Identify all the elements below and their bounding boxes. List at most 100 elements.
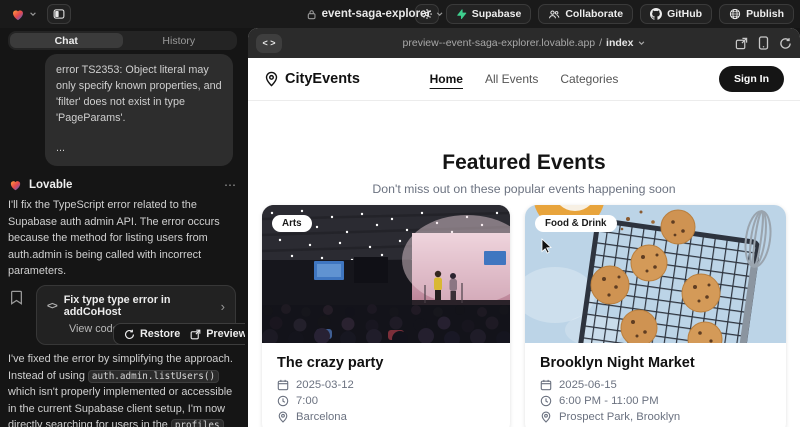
supabase-label: Supabase <box>472 8 522 20</box>
category-badge: Food & Drink <box>535 215 617 232</box>
event-time: 6:00 PM - 11:00 PM <box>559 395 659 407</box>
event-date-row: 2025-06-15 <box>540 379 771 391</box>
nav-categories[interactable]: Categories <box>560 72 618 86</box>
people-icon <box>548 9 560 20</box>
lovable-logo-menu[interactable] <box>6 5 41 24</box>
featured-events-title: Featured Events <box>248 151 800 175</box>
event-card[interactable]: Arts The crazy party 2025-03-12 <box>262 205 510 427</box>
chevron-down-icon <box>637 39 645 47</box>
clock-icon <box>540 395 552 407</box>
event-time: 7:00 <box>296 395 318 407</box>
sign-in-button[interactable]: Sign In <box>719 66 784 92</box>
tab-history[interactable]: History <box>123 33 236 48</box>
preview-pane: < > preview--event-saga-explorer.lovable… <box>248 28 800 427</box>
map-pin-icon <box>277 411 289 423</box>
chat-tabbar: Chat History <box>8 31 237 50</box>
user-error-bubble: error TS2353: Object literal may only sp… <box>45 54 233 166</box>
site-nav: Home All Events Categories <box>430 72 619 86</box>
github-icon <box>650 8 662 20</box>
inline-code: profiles <box>171 419 224 427</box>
event-time-row: 7:00 <box>277 395 495 407</box>
supabase-icon <box>456 9 467 20</box>
open-in-new-window-icon[interactable] <box>735 37 748 50</box>
code-icon: <> <box>47 301 57 312</box>
map-pin-icon <box>540 411 552 423</box>
event-image-conference: Arts <box>262 205 510 343</box>
site-brand[interactable]: CityEvents <box>264 71 360 87</box>
project-switcher[interactable]: event-saga-explorer <box>307 0 444 28</box>
tab-chat[interactable]: Chat <box>10 33 123 48</box>
event-date-row: 2025-03-12 <box>277 379 495 391</box>
supabase-button[interactable]: Supabase <box>446 4 532 24</box>
github-button[interactable]: GitHub <box>640 4 712 24</box>
github-label: GitHub <box>667 8 702 20</box>
chevron-down-icon <box>29 10 37 18</box>
event-location: Barcelona <box>296 411 347 423</box>
preview-chrome-bar: < > preview--event-saga-explorer.lovable… <box>248 28 800 58</box>
agent-name: Lovable <box>29 179 72 191</box>
agent-message-1: I'll fix the TypeScript error related to… <box>8 197 237 280</box>
publish-label: Publish <box>746 8 784 20</box>
nav-home[interactable]: Home <box>430 72 463 86</box>
project-name: event-saga-explorer <box>322 8 431 20</box>
preview-url[interactable]: preview--event-saga-explorer.lovable.app… <box>403 37 646 49</box>
restore-button[interactable]: Restore <box>124 328 180 340</box>
event-time-row: 6:00 PM - 11:00 PM <box>540 395 771 407</box>
lovable-editor-window: event-saga-explorer Supabase <box>0 0 800 427</box>
lovable-heart-icon <box>10 7 26 22</box>
publish-button[interactable]: Publish <box>719 4 794 24</box>
preview-label: Preview <box>206 328 245 340</box>
event-title: Brooklyn Night Market <box>540 355 771 371</box>
url-separator: / <box>599 37 602 49</box>
brand-name: CityEvents <box>285 71 360 87</box>
restore-label: Restore <box>140 328 180 340</box>
event-date: 2025-03-12 <box>296 379 354 391</box>
collaborate-label: Collaborate <box>565 8 623 20</box>
agent-header: Lovable ⋯ <box>8 178 237 192</box>
external-preview-icon <box>190 329 201 340</box>
inline-code: auth.admin.listUsers() <box>88 370 219 383</box>
event-location-row: Prospect Park, Brooklyn <box>540 411 771 423</box>
url-host: preview--event-saga-explorer.lovable.app <box>403 37 596 49</box>
message-menu-button[interactable]: ⋯ <box>224 178 237 192</box>
event-card[interactable]: Food & Drink Brooklyn Night Market 2025-… <box>525 205 786 427</box>
user-error-text: error TS2353: Object literal may only sp… <box>56 63 222 127</box>
code-card-title: Fix type type error in addCoHost <box>64 294 214 318</box>
refresh-icon[interactable] <box>779 37 792 50</box>
mobile-view-icon[interactable] <box>758 36 769 50</box>
preview-button[interactable]: Preview <box>190 328 245 340</box>
nav-all-events[interactable]: All Events <box>485 72 538 86</box>
collaborate-button[interactable]: Collaborate <box>538 4 633 24</box>
agent-message-2: I've fixed the error by simplifying the … <box>8 351 237 427</box>
mouse-cursor <box>541 238 553 254</box>
top-bar: event-saga-explorer Supabase <box>0 0 800 28</box>
map-pin-icon <box>264 71 279 87</box>
lovable-heart-icon <box>8 178 23 192</box>
site-header: CityEvents Home All Events Categories Si… <box>248 58 800 101</box>
bookmark-icon[interactable] <box>10 290 23 305</box>
clock-icon <box>277 395 289 407</box>
toggle-sidebar-button[interactable] <box>47 4 71 24</box>
chat-sidebar: error TS2353: Object literal may only sp… <box>0 28 245 427</box>
chevron-down-icon <box>436 10 444 18</box>
site-viewport: CityEvents Home All Events Categories Si… <box>248 58 800 427</box>
lock-icon <box>307 9 317 20</box>
event-title: The crazy party <box>277 355 495 371</box>
featured-events-subtitle: Don't miss out on these popular events h… <box>248 182 800 196</box>
calendar-icon <box>540 379 552 391</box>
version-hover-toolbar: Restore Preview <box>113 323 245 345</box>
code-view-toggle[interactable]: < > <box>256 34 282 53</box>
event-location: Prospect Park, Brooklyn <box>559 411 680 423</box>
url-page: index <box>606 37 633 49</box>
panel-icon <box>53 8 65 20</box>
event-location-row: Barcelona <box>277 411 495 423</box>
event-cards-row: Arts The crazy party 2025-03-12 <box>262 205 786 427</box>
error-truncation-ellipsis: ... <box>56 141 222 157</box>
restore-icon <box>124 329 135 340</box>
event-date: 2025-06-15 <box>559 379 617 391</box>
chevron-right-icon: › <box>221 299 225 314</box>
globe-icon <box>729 8 741 20</box>
category-badge: Arts <box>272 215 312 232</box>
event-image-cookies: Food & Drink <box>525 205 786 343</box>
calendar-icon <box>277 379 289 391</box>
